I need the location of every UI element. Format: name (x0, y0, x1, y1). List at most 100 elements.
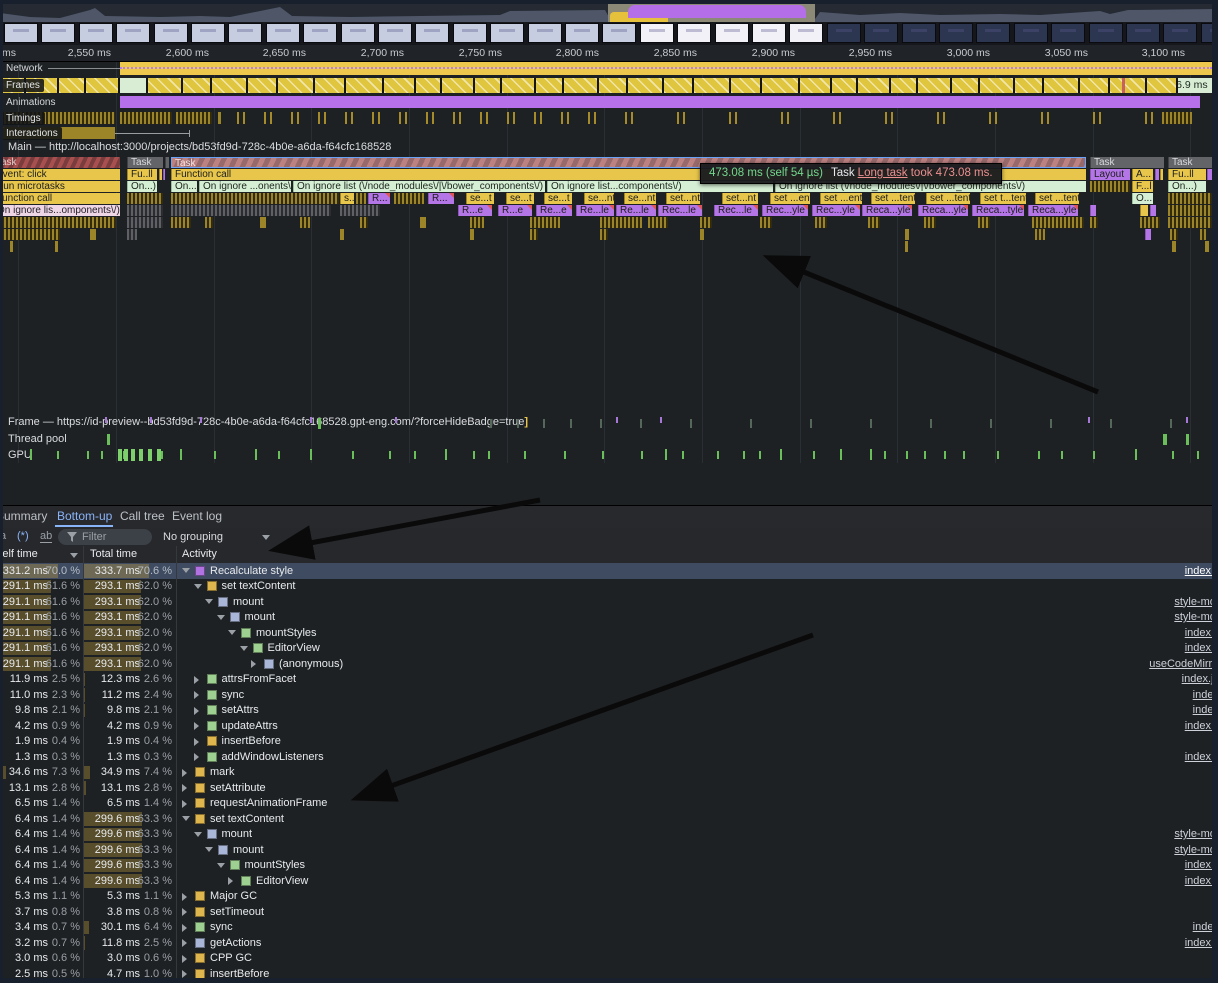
column-divider[interactable] (176, 546, 177, 983)
table-row[interactable]: 11.9 ms2.5 %12.3 ms2.6 %attrsFromFacetin… (0, 672, 1218, 688)
table-row[interactable]: 291.1 ms61.6 %293.1 ms62.0 %EditorViewin… (0, 641, 1218, 657)
table-row[interactable]: 34.6 ms7.3 %34.9 ms7.4 %mark (0, 765, 1218, 781)
self-time-pct: 1.4 % (52, 828, 80, 840)
frame-edge-left (0, 0, 3, 983)
activity-name[interactable]: updateAttrs (222, 720, 278, 732)
collapse-toggle-icon[interactable] (182, 568, 190, 573)
self-time-ms: 3.4 ms (15, 921, 48, 933)
table-row[interactable]: 5.3 ms1.1 %5.3 ms1.1 %Major GC (0, 889, 1218, 905)
activity-name[interactable]: attrsFromFacet (222, 673, 297, 685)
expand-toggle-icon[interactable] (228, 877, 233, 885)
table-row[interactable]: 291.1 ms61.6 %293.1 ms62.0 %mountstyle-m… (0, 594, 1218, 610)
total-time-ms: 293.1 ms (95, 658, 140, 670)
activity-name[interactable]: mount (233, 844, 264, 856)
table-row[interactable]: 3.0 ms0.6 %3.0 ms0.6 %CPP GC (0, 951, 1218, 967)
table-row[interactable]: 11.0 ms2.3 %11.2 ms2.4 %syncindex. (0, 687, 1218, 703)
activity-name[interactable]: EditorView (268, 642, 320, 654)
expand-toggle-icon[interactable] (194, 707, 199, 715)
activity-type-icon (195, 938, 205, 948)
activity-type-icon (218, 845, 228, 855)
table-row[interactable]: 291.1 ms61.6 %293.1 ms62.0 %(anonymous)u… (0, 656, 1218, 672)
activity-name[interactable]: set textContent (222, 580, 296, 592)
expand-toggle-icon[interactable] (194, 738, 199, 746)
expand-toggle-icon[interactable] (194, 691, 199, 699)
total-time-pct: 0.8 % (144, 906, 172, 918)
activity-name[interactable]: set textContent (210, 813, 284, 825)
expand-toggle-icon[interactable] (182, 955, 187, 963)
activity-name[interactable]: Major GC (210, 890, 257, 902)
collapse-toggle-icon[interactable] (194, 832, 202, 837)
activity-name[interactable]: mount (233, 596, 264, 608)
table-row[interactable]: 6.4 ms1.4 %299.6 ms63.3 %mountstyle-mod (0, 842, 1218, 858)
activity-name[interactable]: setAttribute (210, 782, 266, 794)
expand-toggle-icon[interactable] (182, 924, 187, 932)
expand-toggle-icon[interactable] (251, 660, 256, 668)
expand-toggle-icon[interactable] (194, 722, 199, 730)
total-time-pct: 62.0 % (138, 580, 172, 592)
collapse-toggle-icon[interactable] (182, 816, 190, 821)
table-row[interactable]: 13.1 ms2.8 %13.1 ms2.8 %setAttribute (0, 780, 1218, 796)
expand-toggle-icon[interactable] (182, 784, 187, 792)
activity-type-icon (195, 891, 205, 901)
table-row[interactable]: 6.4 ms1.4 %299.6 ms63.3 %mountstyle-mod (0, 827, 1218, 843)
source-link[interactable]: useCodeMirror (1149, 658, 1218, 670)
self-time-pct: 61.6 % (46, 658, 80, 670)
table-row[interactable]: 3.4 ms0.7 %30.1 ms6.4 %syncindex. (0, 920, 1218, 936)
table-row[interactable]: 291.1 ms61.6 %293.1 ms62.0 %mountstyle-m… (0, 610, 1218, 626)
table-row[interactable]: 1.3 ms0.3 %1.3 ms0.3 %addWindowListeners… (0, 749, 1218, 765)
expand-toggle-icon[interactable] (182, 769, 187, 777)
collapse-toggle-icon[interactable] (194, 584, 202, 589)
collapse-toggle-icon[interactable] (240, 646, 248, 651)
collapse-toggle-icon[interactable] (228, 630, 236, 635)
activity-type-icon (195, 783, 205, 793)
tooltip-long-task-link[interactable]: Long task (858, 167, 908, 179)
activity-name[interactable]: Recalculate style (210, 565, 293, 577)
collapse-toggle-icon[interactable] (205, 599, 213, 604)
table-row[interactable]: 9.8 ms2.1 %9.8 ms2.1 %setAttrsindex. (0, 703, 1218, 719)
activity-name[interactable]: sync (222, 689, 245, 701)
table-row[interactable]: 291.1 ms61.6 %293.1 ms62.0 %mountStylesi… (0, 625, 1218, 641)
activity-name[interactable]: mount (222, 828, 253, 840)
collapse-toggle-icon[interactable] (205, 847, 213, 852)
collapse-toggle-icon[interactable] (217, 863, 225, 868)
activity-name[interactable]: CPP GC (210, 952, 252, 964)
table-row[interactable]: 6.5 ms1.4 %6.5 ms1.4 %requestAnimationFr… (0, 796, 1218, 812)
expand-toggle-icon[interactable] (182, 893, 187, 901)
expand-toggle-icon[interactable] (194, 676, 199, 684)
expand-toggle-icon[interactable] (182, 908, 187, 916)
table-row[interactable]: 1.9 ms0.4 %1.9 ms0.4 %insertBefore (0, 734, 1218, 750)
activity-name[interactable]: insertBefore (222, 735, 281, 747)
total-time-ms: 3.8 ms (107, 906, 140, 918)
table-row[interactable]: 4.2 ms0.9 %4.2 ms0.9 %updateAttrsindex.j… (0, 718, 1218, 734)
total-time-pct: 1.1 % (144, 890, 172, 902)
table-row[interactable]: 331.2 ms70.0 %333.7 ms70.6 %Recalculate … (0, 563, 1218, 579)
activity-name[interactable]: EditorView (256, 875, 308, 887)
expand-toggle-icon[interactable] (194, 753, 199, 761)
tooltip-rest: took 473.08 ms. (908, 167, 993, 179)
total-time-pct: 2.4 % (144, 689, 172, 701)
table-row[interactable]: 3.7 ms0.8 %3.8 ms0.8 %setTimeout (0, 904, 1218, 920)
activity-name[interactable]: sync (210, 921, 233, 933)
table-row[interactable]: 6.4 ms1.4 %299.6 ms63.3 %EditorViewindex… (0, 873, 1218, 889)
activity-name[interactable]: mount (245, 611, 276, 623)
activity-name[interactable]: mountStyles (245, 859, 306, 871)
table-row[interactable]: 291.1 ms61.6 %293.1 ms62.0 %set textCont… (0, 579, 1218, 595)
expand-toggle-icon[interactable] (182, 970, 187, 978)
activity-type-icon (264, 659, 274, 669)
activity-name[interactable]: setTimeout (210, 906, 264, 918)
expand-toggle-icon[interactable] (182, 800, 187, 808)
column-divider[interactable] (83, 546, 84, 983)
activity-name[interactable]: mark (210, 766, 234, 778)
collapse-toggle-icon[interactable] (217, 615, 225, 620)
activity-name[interactable]: getActions (210, 937, 261, 949)
table-row[interactable]: 6.4 ms1.4 %299.6 ms63.3 %set textContent (0, 811, 1218, 827)
expand-toggle-icon[interactable] (182, 939, 187, 947)
total-pct-bar (83, 766, 90, 780)
activity-name[interactable]: setAttrs (222, 704, 259, 716)
activity-name[interactable]: addWindowListeners (222, 751, 324, 763)
activity-name[interactable]: requestAnimationFrame (210, 797, 327, 809)
activity-name[interactable]: mountStyles (256, 627, 317, 639)
table-row[interactable]: 3.2 ms0.7 %11.8 ms2.5 %getActionsindex.j… (0, 935, 1218, 951)
activity-name[interactable]: (anonymous) (279, 658, 343, 670)
table-row[interactable]: 6.4 ms1.4 %299.6 ms63.3 %mountStylesinde… (0, 858, 1218, 874)
